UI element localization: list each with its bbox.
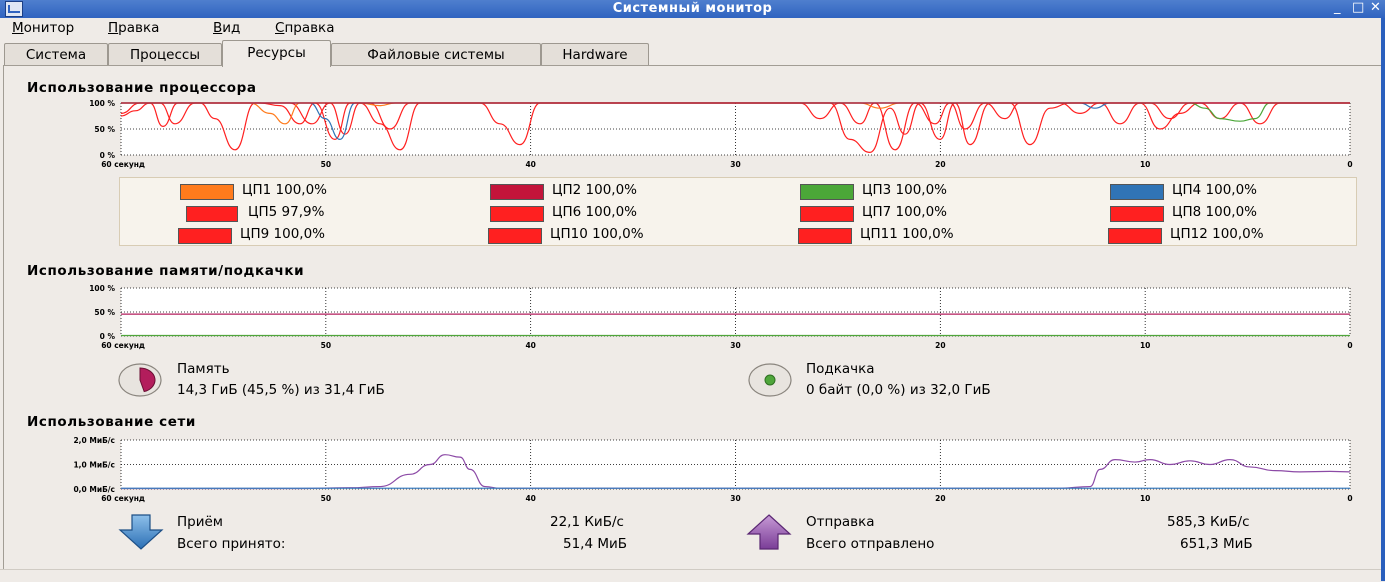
send-total: 651,3 МиБ (1180, 536, 1253, 552)
receive-label: Приём (177, 514, 223, 530)
net-y-tick-label: 2,0 МиБ/с (73, 436, 115, 445)
net-y-tick-label: 0,0 МиБ/с (73, 485, 115, 494)
receive-rate: 22,1 КиБ/с (550, 514, 624, 530)
net-x-tick-label: 40 (525, 494, 535, 503)
net-x-tick-label: 20 (935, 494, 945, 503)
window-border (1381, 18, 1385, 581)
net-x-tick-label: 50 (321, 494, 331, 503)
send-total-label: Всего отправлено (806, 536, 935, 552)
receive-total: 51,4 МиБ (563, 536, 628, 552)
net-y-tick-label: 1,0 МиБ/с (73, 461, 115, 470)
network-history-graph: 2,0 МиБ/с 1,0 МиБ/с 0,0 МиБ/с60 секунд 50 40… (73, 436, 1352, 503)
send-label: Отправка (806, 514, 875, 530)
status-area (0, 569, 1385, 582)
receive-arrow-icon (118, 514, 164, 550)
receive-total-label: Всего принято: (177, 536, 286, 552)
net-x-tick-label: 30 (730, 494, 740, 503)
send-arrow-icon (746, 514, 792, 550)
tab-resources[interactable]: Ресурсы (222, 40, 331, 67)
net-x-tick-label: 60 секунд (101, 494, 145, 503)
net-x-tick-label: 0 (1347, 494, 1352, 503)
send-rate: 585,3 КиБ/с (1167, 514, 1250, 530)
net-x-tick-label: 10 (1140, 494, 1150, 503)
